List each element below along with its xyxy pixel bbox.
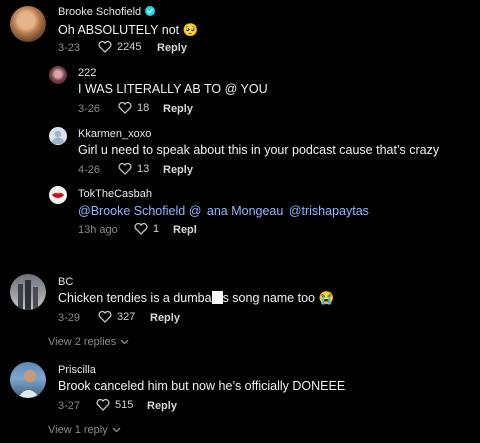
comment-text: Brook canceled him but now he’s official… [58, 379, 346, 393]
reply-username[interactable]: Kkarmen_xoxo [78, 128, 151, 140]
chevron-down-icon [112, 427, 121, 433]
view-replies-button[interactable]: View 1 reply [48, 424, 121, 436]
heart-icon [98, 41, 112, 53]
comment-date: 3-23 [58, 42, 81, 54]
like-count: 18 [137, 102, 150, 114]
reply-username[interactable]: TokTheCasbah [78, 188, 152, 200]
avatar[interactable] [10, 362, 46, 398]
reply-button[interactable]: Reply [157, 42, 187, 54]
like-button[interactable]: 515 [96, 399, 133, 411]
heart-icon [98, 311, 112, 323]
mention-link[interactable]: ana Mongeau [207, 204, 283, 218]
like-button[interactable]: 13 [118, 163, 149, 175]
reply-date: 4-26 [78, 164, 101, 176]
reply-button[interactable]: Reply [150, 312, 180, 324]
heart-icon [134, 223, 148, 235]
comment-text: Oh ABSOLUTELY not 🥺 [58, 23, 199, 37]
comment-username[interactable]: Priscilla [58, 364, 96, 376]
avatar[interactable] [10, 6, 46, 42]
avatar[interactable] [49, 66, 67, 84]
reply-date: 3-26 [78, 103, 101, 115]
like-button[interactable]: 327 [98, 311, 135, 323]
mention-link[interactable]: @ [189, 204, 202, 218]
heart-icon [96, 399, 110, 411]
heart-icon [118, 102, 132, 114]
like-count: 1 [153, 223, 160, 235]
comment-date: 3-29 [58, 312, 81, 324]
avatar[interactable] [49, 186, 67, 204]
reply-button[interactable]: Reply [147, 400, 177, 412]
comment-text: Chicken tendies is a dumba s song name to… [58, 291, 335, 305]
mention-link[interactable]: @trishapaytas [289, 204, 369, 218]
like-button[interactable]: 2245 [98, 41, 141, 53]
person-photo-icon [18, 370, 40, 398]
reply-button[interactable]: Repl [173, 224, 197, 236]
comment-username[interactable]: Brooke Schofield [58, 6, 156, 18]
default-avatar-icon [51, 130, 65, 144]
mention-link[interactable]: @Brooke Schofield [78, 204, 185, 218]
avatar[interactable] [10, 274, 46, 310]
crying-emoji: 😭 [318, 291, 335, 305]
heart-icon [118, 163, 132, 175]
avatar[interactable] [49, 127, 67, 145]
verified-badge-icon [145, 6, 156, 17]
like-button[interactable]: 18 [118, 102, 149, 114]
lips-icon [52, 192, 64, 199]
skyline-icon [18, 280, 38, 310]
like-count: 2245 [117, 41, 142, 53]
reply-username[interactable]: 222 [78, 67, 96, 79]
like-button[interactable]: 1 [134, 223, 159, 235]
reply-button[interactable]: Reply [163, 164, 193, 176]
view-replies-button[interactable]: View 2 replies [48, 336, 129, 348]
like-count: 13 [137, 163, 150, 175]
comment-username[interactable]: BC [58, 276, 73, 288]
comment-date: 3-27 [58, 400, 81, 412]
like-count: 327 [117, 311, 136, 323]
reply-text: Girl u need to speak about this in your … [78, 143, 440, 157]
chevron-down-icon [120, 339, 129, 345]
redaction-box [211, 291, 223, 304]
reply-date: 13h ago [78, 224, 118, 236]
reply-text: I WAS LITERALLY AB TO @ YOU [78, 82, 268, 96]
like-count: 515 [115, 399, 134, 411]
reply-button[interactable]: Reply [163, 103, 193, 115]
pleading-emoji: 🥺 [182, 23, 199, 37]
reply-text: @Brooke Schofield @ ana Mongeau @trishap… [78, 204, 369, 218]
